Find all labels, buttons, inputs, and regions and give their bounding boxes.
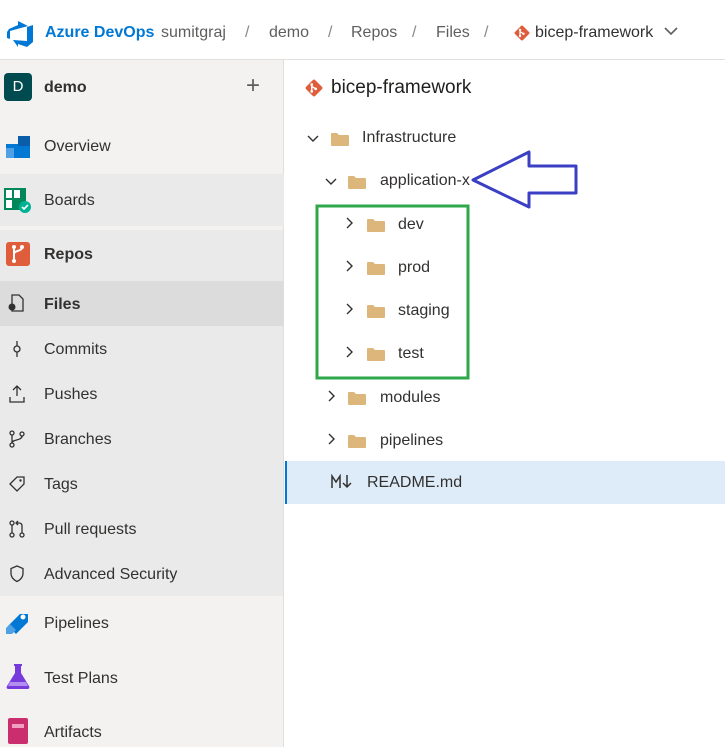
breadcrumb-repos[interactable]: Repos: [351, 22, 397, 44]
breadcrumb-separator: /: [484, 24, 489, 41]
brand-link[interactable]: Azure DevOps: [45, 22, 154, 44]
annotation-overlay: [315, 150, 578, 380]
files-icon: [8, 294, 24, 312]
sidebar: D demo + Overview Boards Repos Files Com…: [0, 60, 284, 747]
git-repo-icon: [514, 25, 530, 41]
nav-label: Pushes: [44, 386, 98, 403]
breadcrumb-project[interactable]: demo: [269, 22, 309, 44]
breadcrumb-org[interactable]: sumitgraj: [161, 22, 226, 44]
nav-label: Tags: [44, 476, 78, 493]
nav-label: Overview: [44, 138, 111, 155]
nav-item-repos[interactable]: Repos: [0, 232, 284, 276]
nav-item-boards[interactable]: Boards: [0, 174, 284, 226]
green-highlight-box: [315, 204, 470, 380]
pull-request-icon: [9, 520, 25, 538]
nav-item-branches[interactable]: Branches: [0, 420, 284, 458]
nav-item-artifacts[interactable]: Artifacts: [0, 710, 284, 747]
nav-label: Advanced Security: [44, 566, 178, 583]
breadcrumb-separator: /: [245, 24, 250, 41]
tag-icon: [9, 476, 25, 492]
artifacts-icon: [8, 718, 28, 744]
nav-label: Pipelines: [44, 615, 109, 632]
nav-label: Pull requests: [44, 521, 137, 538]
nav-label: Repos: [44, 246, 93, 263]
top-bar: Azure DevOps sumitgraj / demo / Repos / …: [0, 0, 725, 60]
breadcrumb-separator: /: [328, 24, 333, 41]
nav-item-tags[interactable]: Tags: [0, 465, 284, 503]
blue-arrow-icon: [471, 150, 578, 209]
nav-item-commits[interactable]: Commits: [0, 330, 284, 368]
test-plans-icon: [6, 664, 30, 689]
nav-label: Artifacts: [44, 724, 102, 741]
nav-item-pushes[interactable]: Pushes: [0, 375, 284, 413]
nav-item-advanced-security[interactable]: Advanced Security: [0, 555, 284, 593]
chevron-down-icon[interactable]: [664, 26, 678, 36]
nav-item-pull-requests[interactable]: Pull requests: [0, 510, 284, 548]
breadcrumb-files[interactable]: Files: [436, 22, 470, 44]
nav-label: Commits: [44, 341, 108, 358]
azure-devops-logo-icon[interactable]: [7, 21, 35, 47]
nav-label: Boards: [44, 192, 95, 209]
add-button[interactable]: +: [246, 72, 260, 100]
nav-label: Branches: [44, 431, 112, 448]
commits-icon: [13, 341, 21, 357]
nav-item-test-plans[interactable]: Test Plans: [0, 656, 284, 704]
pushes-icon: [9, 385, 25, 403]
nav-item-pipelines[interactable]: Pipelines: [0, 600, 284, 648]
nav-item-files[interactable]: Files: [0, 281, 284, 326]
overview-icon: [6, 136, 30, 158]
shield-icon: [10, 565, 24, 583]
repos-icon: [6, 242, 30, 266]
branches-icon: [9, 430, 25, 448]
breadcrumb-repo[interactable]: bicep-framework: [535, 22, 653, 44]
pipelines-icon: [6, 614, 28, 634]
nav-label: Files: [44, 296, 81, 313]
project-avatar[interactable]: D: [4, 73, 32, 101]
breadcrumb-separator: /: [412, 24, 417, 41]
nav-label: Test Plans: [44, 670, 118, 687]
file-explorer: bicep-framework Infrastructure applicati…: [285, 60, 725, 747]
boards-icon: [4, 188, 31, 213]
nav-item-overview[interactable]: Overview: [0, 122, 284, 170]
project-name[interactable]: demo: [44, 78, 87, 98]
